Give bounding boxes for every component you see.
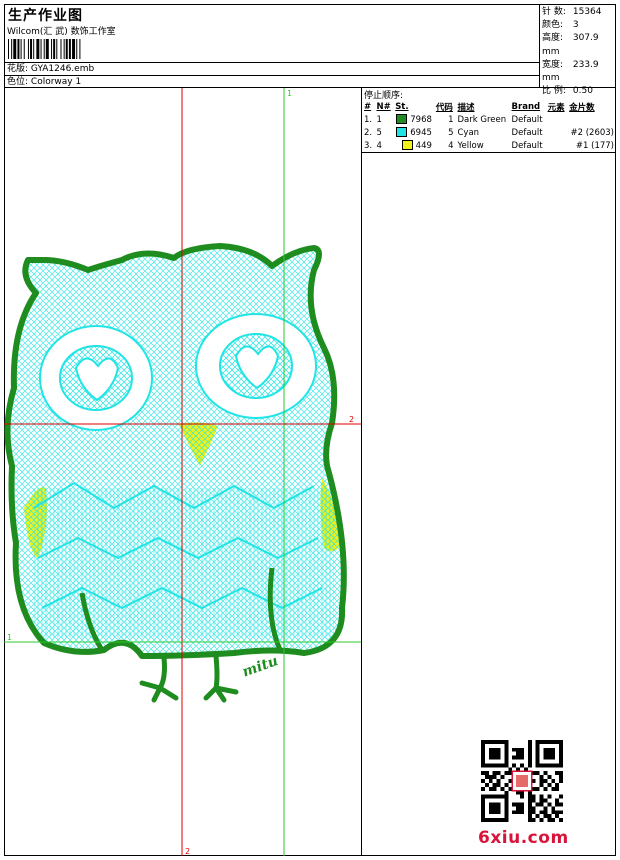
color-swatch (401, 140, 413, 151)
stats-panel: 针 数: 15364 颜色: 3 高度: 307.9 mm 宽度: 233.9 … (542, 6, 616, 98)
owl-feet (139, 653, 239, 703)
guide-label-v2: 2 (185, 847, 190, 856)
cell-brand: Default (511, 127, 543, 138)
cell-idx: 3. (362, 139, 375, 153)
cell-elem (545, 139, 568, 153)
cell-n: 4 (374, 139, 394, 153)
filename-row: 花版: GYA1246.emb (4, 62, 540, 75)
guide-label-h1: 1 (7, 633, 12, 642)
cell-st: 6945 (393, 126, 434, 139)
color-swatch (396, 114, 408, 125)
cell-desc: Yellow (455, 139, 510, 153)
filename-value: GYA1246.emb (30, 64, 95, 74)
header-left: 生产作业图 Wilcom(汇 武) 数饰工作室 花版: GYA1246.emb … (4, 4, 540, 87)
cell-sequin: #2 (2603) (570, 127, 615, 138)
cell-n: 5 (376, 127, 382, 138)
header: 生产作业图 Wilcom(汇 武) 数饰工作室 花版: GYA1246.emb … (4, 4, 616, 96)
stat-colors: 颜色: 3 (542, 20, 579, 31)
guide-label-v1: 1 (287, 89, 292, 98)
table-row: 1. 1 7968 1 Dark Green Default (362, 113, 616, 126)
cell-st: 449 (393, 139, 434, 153)
cell-idx: 1. (364, 114, 373, 125)
signature: mitu (240, 653, 280, 681)
owl-design: mitu 1 2 2 1 (4, 88, 361, 856)
cell-brand: Default (509, 139, 546, 153)
stat-height: 高度: 307.9 mm (542, 33, 599, 57)
guide-label-h2: 2 (349, 415, 354, 424)
design-canvas: mitu 1 2 2 1 (4, 88, 362, 856)
filename-label: 花版: (7, 64, 29, 74)
cell-code: 5 (448, 127, 454, 138)
barcode (8, 39, 81, 59)
colorway-value: Colorway 1 (30, 77, 82, 87)
page-title: 生产作业图 (8, 8, 83, 24)
stat-width: 宽度: 233.9 mm (542, 59, 599, 84)
table-row: 2. 5 6945 5 Cyan Default #2 (2603) (362, 126, 616, 139)
stop-sequence-table: # N# St. 代码 描述 Brand 元素 金片数 1. 1 7968 1 Dark… (362, 100, 616, 153)
eye-right (195, 313, 317, 419)
cell-desc: Dark Green (457, 114, 507, 125)
color-swatch (396, 127, 408, 138)
cell-sequin (567, 113, 616, 126)
cell-code: 1 (448, 114, 454, 125)
table-header: # N# St. 代码 描述 Brand 元素 金片数 (364, 101, 595, 113)
watermark: 6xiu.com (478, 828, 569, 848)
qr-code (481, 740, 563, 822)
cell-elem (546, 113, 568, 126)
eye-left (39, 325, 153, 431)
table-row: 3. 4 449 4 Yellow Default #1 (177) (362, 139, 616, 153)
cell-brand: Default (511, 114, 543, 125)
cell-st: 7968 (393, 113, 434, 126)
cell-idx: 2. (364, 127, 373, 138)
company-name: Wilcom(汇 武) 数饰工作室 (7, 27, 116, 37)
stat-stitches: 针 数: 15364 (542, 7, 602, 17)
cell-n: 1 (376, 114, 382, 125)
colorway-row: 色位: Colorway 1 (4, 75, 540, 87)
cell-sequin: #1 (177) (567, 139, 616, 153)
cell-desc: Cyan (457, 127, 480, 138)
colorway-label: 色位: (7, 77, 29, 87)
cell-code: 4 (433, 139, 456, 153)
cell-elem (546, 126, 568, 139)
